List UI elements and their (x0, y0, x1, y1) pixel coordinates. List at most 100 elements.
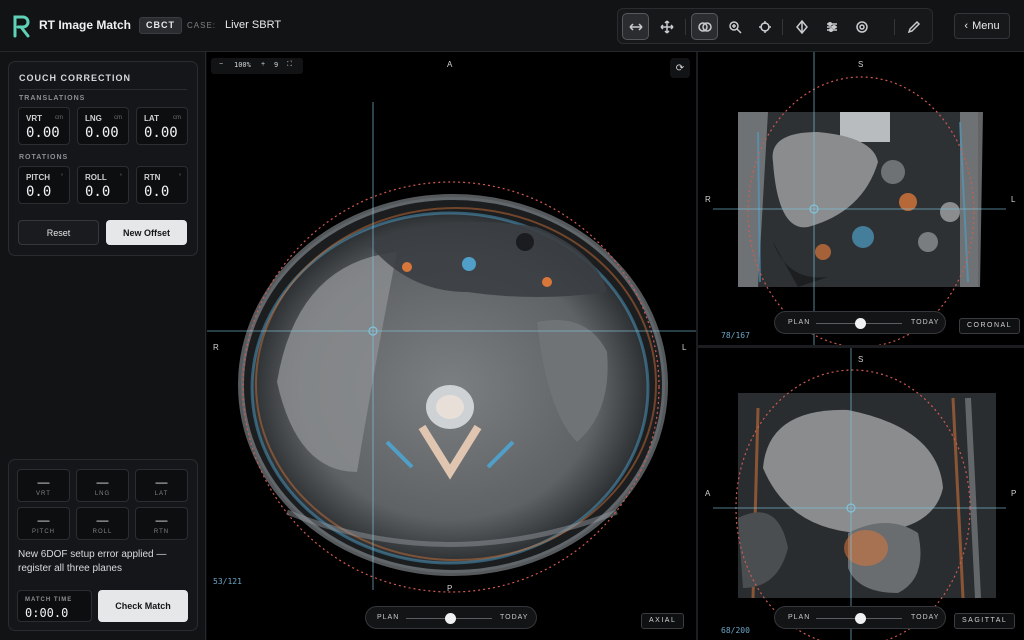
coronal-view[interactable] (698, 52, 1024, 345)
field-label: VRT (26, 114, 42, 123)
zoom-extra: 9 (274, 61, 279, 69)
tool-bar (617, 8, 933, 44)
couch-correction-card: COUCH CORRECTION TRANSLATIONS VRT cm 0.0… (8, 61, 198, 256)
axial-view-tag: AXIAL (641, 613, 685, 629)
stat-lng: — LNG (76, 469, 129, 502)
translations-label: TRANSLATIONS (19, 95, 86, 102)
status-message: New 6DOF setup error applied — register … (18, 549, 167, 574)
coronal-blend-slider[interactable]: PLAN TODAY (774, 311, 946, 334)
case-label: CASE: (187, 21, 217, 30)
coronal-orient-left: R (705, 195, 711, 204)
zoom-icon[interactable] (721, 13, 748, 40)
field-value: 0.0 (85, 184, 111, 200)
stat-label: LAT (154, 491, 169, 497)
modality-badge: CBCT (139, 17, 182, 34)
blend-knob[interactable] (855, 318, 867, 329)
field-unit: cm (55, 115, 63, 121)
lng-field[interactable]: LNG cm 0.00 (77, 107, 129, 145)
zoom-in-button[interactable]: + (261, 61, 265, 68)
roi-icon[interactable] (848, 13, 875, 40)
check-match-button[interactable]: Check Match (98, 590, 188, 622)
stat-label: PITCH (32, 529, 55, 535)
axial-slice-index: 53/121 (213, 577, 242, 586)
app-title: RT Image Match (39, 18, 132, 32)
field-label: PITCH (26, 173, 50, 182)
axial-orient-top: A (447, 60, 453, 69)
lat-field[interactable]: LAT cm 0.00 (136, 107, 188, 145)
stat-rtn: — RTN (135, 507, 188, 540)
field-label: LNG (85, 114, 102, 123)
top-bar: RT Image Match CBCT CASE: Liver SBRT ‹ M… (0, 0, 1024, 52)
sagittal-orient-left: A (705, 489, 711, 498)
match-time-value: 0:00.0 (25, 606, 69, 620)
field-unit: cm (173, 115, 181, 121)
target-icon[interactable] (788, 13, 815, 40)
today-label: TODAY (500, 614, 529, 621)
menu-button[interactable]: ‹ Menu (954, 13, 1010, 39)
axial-blend-slider[interactable]: PLAN TODAY (365, 606, 537, 629)
axial-orient-left: R (213, 343, 219, 352)
field-value: 0.00 (144, 125, 178, 141)
stat-lat: — LAT (135, 469, 188, 502)
axial-orient-right: L (682, 343, 687, 352)
pitch-field[interactable]: PITCH ° 0.0 (18, 166, 70, 204)
field-value: 0.00 (85, 125, 119, 141)
reset-button[interactable]: Reset (18, 220, 99, 245)
blend-knob[interactable] (855, 613, 867, 624)
today-label: TODAY (911, 614, 940, 621)
stat-label: LNG (94, 491, 111, 497)
coronal-view-tag: CORONAL (959, 318, 1021, 334)
blend-knob[interactable] (445, 613, 457, 624)
stat-roll: — ROLL (76, 507, 129, 540)
stat-label: ROLL (92, 529, 113, 535)
menu-label: Menu (972, 20, 1000, 32)
axial-view[interactable] (207, 52, 696, 640)
overlay-icon[interactable] (691, 13, 718, 40)
field-value: 0.0 (26, 184, 52, 200)
pencil-icon[interactable] (900, 13, 927, 40)
sagittal-view[interactable] (698, 348, 1024, 640)
coronal-orient-top: S (858, 60, 864, 69)
today-label: TODAY (911, 319, 940, 326)
field-label: ROLL (85, 173, 107, 182)
axial-orient-bottom: P (447, 584, 453, 593)
match-time: MATCH TIME 0:00.0 (17, 590, 92, 622)
sagittal-blend-slider[interactable]: PLAN TODAY (774, 606, 946, 629)
sliders-icon[interactable] (818, 13, 845, 40)
chevron-left-icon: ‹ (964, 20, 969, 32)
left-panel: COUCH CORRECTION TRANSLATIONS VRT cm 0.0… (0, 52, 206, 640)
move-icon[interactable] (653, 13, 680, 40)
zoom-level: 100% (234, 61, 251, 69)
coronal-scan-image (713, 52, 1006, 345)
toolbar-divider (894, 19, 895, 35)
field-value: 0.0 (144, 184, 170, 200)
coronal-orient-right: L (1011, 195, 1016, 204)
axial-scan-image (207, 102, 696, 593)
roll-field[interactable]: ROLL ° 0.0 (77, 166, 129, 204)
stat-value: — (37, 513, 50, 527)
sagittal-orient-right: P (1011, 489, 1017, 498)
horizontal-arrows-icon[interactable] (622, 13, 649, 40)
sagittal-view-tag: SAGITTAL (954, 613, 1016, 629)
stat-value: — (96, 475, 109, 489)
fit-screen-icon[interactable]: ⛶ (287, 61, 292, 69)
field-unit: ° (119, 174, 122, 180)
reset-view-icon[interactable]: ⟳ (670, 58, 690, 78)
plan-label: PLAN (788, 614, 811, 621)
vrt-field[interactable]: VRT cm 0.00 (18, 107, 70, 145)
stat-value: — (37, 475, 50, 489)
field-label: RTN (144, 173, 161, 182)
field-unit: ° (60, 174, 63, 180)
stat-value: — (155, 513, 168, 527)
new-offset-button[interactable]: New Offset (106, 220, 187, 245)
rtn-field[interactable]: RTN ° 0.0 (136, 166, 188, 204)
zoom-control: − 100% + 9 ⛶ (211, 58, 303, 74)
zoom-out-button[interactable]: − (219, 61, 223, 68)
divider (19, 89, 187, 90)
toolbar-divider (782, 19, 783, 35)
case-name: Liver SBRT (225, 19, 282, 31)
stat-pitch: — PITCH (17, 507, 70, 540)
crosshair-icon[interactable] (751, 13, 778, 40)
sagittal-orient-top: S (858, 355, 864, 364)
stat-label: RTN (153, 529, 170, 535)
